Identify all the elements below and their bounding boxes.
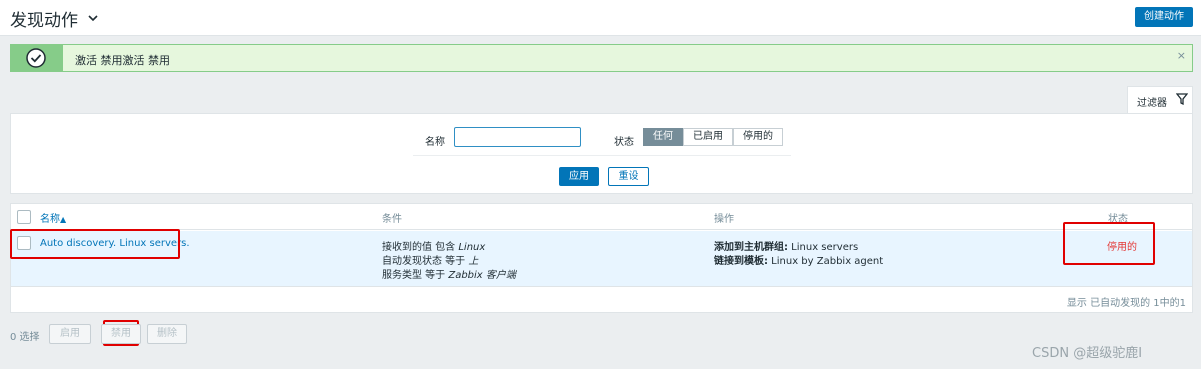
filter-name-label: 名称 [425, 137, 445, 148]
actions-table: 名称▲ 条件 操作 状态 Auto discovery. Linux serve… [10, 203, 1193, 313]
operation-value: Linux by Zabbix agent [768, 256, 884, 267]
condition-line: 接收到的值 包含 Linux [382, 238, 485, 253]
filter-status-label: 状态 [614, 137, 634, 148]
action-name-link[interactable]: Auto discovery. Linux servers. [40, 238, 190, 249]
filter-name-input[interactable] [454, 127, 581, 147]
watermark: CSDN @超级驼鹿I [1032, 346, 1143, 361]
table-header: 名称▲ 条件 操作 状态 [11, 204, 1192, 230]
message-text: 激活 禁用激活 禁用 [75, 54, 170, 67]
column-header-name-label: 名称 [40, 214, 60, 225]
condition-value: Zabbix 客户端 [448, 270, 516, 281]
filter-icon [1176, 93, 1188, 105]
status-enabled-option[interactable]: 已启用 [683, 128, 733, 146]
filter-panel: 名称 状态 任何 已启用 停用的 应用 重设 [10, 113, 1193, 194]
disable-button[interactable]: 禁用 [101, 324, 141, 344]
page-header: 发现动作 创建动作 [0, 0, 1201, 36]
status-any-option[interactable]: 任何 [643, 128, 683, 146]
sort-asc-icon: ▲ [60, 215, 67, 224]
status-toggle-link[interactable]: 停用的 [1107, 238, 1137, 253]
operation-label: 链接到模板: [714, 256, 768, 267]
reset-button[interactable]: 重设 [608, 167, 649, 186]
chevron-down-icon[interactable] [86, 11, 100, 25]
operation-line: 链接到模板: Linux by Zabbix agent [714, 252, 883, 267]
close-icon[interactable]: × [1177, 49, 1186, 62]
column-header-conditions: 条件 [382, 214, 402, 225]
success-icon-area [11, 45, 63, 71]
condition-line: 自动发现状态 等于 上 [382, 252, 478, 267]
column-header-status: 状态 [1108, 214, 1128, 225]
divider [413, 155, 791, 156]
check-circle-icon [26, 48, 46, 68]
status-disabled-option[interactable]: 停用的 [733, 128, 783, 146]
selected-count: 0 选择 [10, 332, 40, 343]
column-header-operations: 操作 [714, 214, 734, 225]
condition-text: 服务类型 等于 [382, 270, 449, 281]
create-action-button[interactable]: 创建动作 [1135, 7, 1193, 27]
row-checkbox[interactable] [17, 236, 31, 250]
delete-button[interactable]: 删除 [147, 324, 187, 344]
column-header-name[interactable]: 名称▲ [40, 210, 66, 225]
select-all-checkbox[interactable] [17, 210, 31, 224]
filter-tab[interactable]: 过滤器 [1127, 86, 1193, 114]
condition-line: 服务类型 等于 Zabbix 客户端 [382, 266, 516, 281]
apply-button[interactable]: 应用 [559, 167, 599, 186]
table-footer-count: 显示 已自动发现的 1中的1 [1066, 298, 1186, 309]
enable-button[interactable]: 启用 [49, 324, 91, 344]
table-row: Auto discovery. Linux servers. 接收到的值 包含 … [11, 231, 1192, 287]
filter-tab-label: 过滤器 [1137, 98, 1167, 109]
operation-line: 添加到主机群组: Linux servers [714, 238, 858, 253]
page-title: 发现动作 [10, 11, 78, 31]
success-message: 激活 禁用激活 禁用 × [10, 44, 1193, 72]
